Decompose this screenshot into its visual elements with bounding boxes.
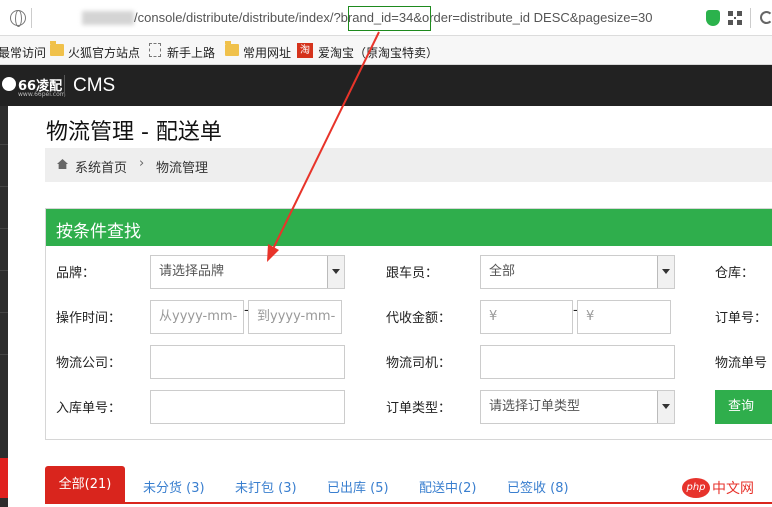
order-no-label: 订单号： <box>715 311 768 326</box>
bookmarks-bar: 最常访问 火狐官方站点 新手上路 常用网址 淘 爱淘宝（原淘宝特卖） <box>0 36 772 65</box>
sidebar-item[interactable] <box>0 312 8 313</box>
stockin-no-input[interactable] <box>150 390 345 424</box>
watermark-text: 中文网 <box>712 481 754 497</box>
cod-amount-label: 代收金额： <box>386 311 452 326</box>
caret-down-icon <box>662 404 670 409</box>
cod-amount-min-input[interactable]: ¥ <box>480 300 573 334</box>
tabs-underline <box>45 502 772 504</box>
bookmark-taobao[interactable]: 爱淘宝（原淘宝特卖） <box>318 44 438 61</box>
url-divider <box>750 8 751 28</box>
sidebar-item[interactable] <box>0 144 8 145</box>
caret-down-icon <box>332 269 340 274</box>
folder-icon <box>50 41 64 56</box>
logo-subtext: www.66pei.com <box>18 91 66 98</box>
search-panel-header: 按条件查找 <box>46 209 772 246</box>
bookmark-getting-started[interactable]: 新手上路 <box>167 44 215 61</box>
page-title: 物流管理 - 配送单 <box>46 120 222 145</box>
bookmark-firefox-site[interactable]: 火狐官方站点 <box>68 44 140 61</box>
sidebar-item[interactable] <box>0 270 8 271</box>
tab-shipped[interactable]: 已出库 (5) <box>327 477 389 496</box>
chevron-right-icon: › <box>139 156 145 171</box>
breadcrumb: 系统首页 › 物流管理 <box>45 148 772 182</box>
bookmark-most-visited[interactable]: 最常访问 <box>0 44 46 61</box>
breadcrumb-home[interactable]: 系统首页 <box>75 157 127 176</box>
url-brand-id-highlight <box>348 6 431 31</box>
follower-select-value: 全部 <box>489 264 516 279</box>
order-type-dropdown-button[interactable] <box>657 391 674 423</box>
sidebar <box>0 106 8 507</box>
globe-icon <box>10 10 26 27</box>
tab-signed[interactable]: 已签收 (8) <box>507 477 569 496</box>
redacted-domain <box>82 11 134 25</box>
search-panel-title: 按条件查找 <box>56 222 141 242</box>
refresh-icon[interactable] <box>760 11 772 24</box>
op-time-to-input[interactable]: 到yyyy-mm- <box>248 300 342 334</box>
op-time-label: 操作时间： <box>56 311 122 326</box>
logistics-no-label: 物流单号 <box>715 356 768 371</box>
sidebar-item[interactable] <box>0 186 8 187</box>
brand-dropdown-button[interactable] <box>327 256 344 288</box>
brand-label: 品牌： <box>56 266 96 281</box>
brand-select-value: 请选择品牌 <box>159 264 225 279</box>
header-divider <box>64 75 65 97</box>
follower-dropdown-button[interactable] <box>657 256 674 288</box>
browser-url-bar: /console/distribute/distribute/index/?br… <box>0 0 772 36</box>
page-icon <box>149 43 161 57</box>
tab-unallocated[interactable]: 未分货 (3) <box>143 477 205 496</box>
sidebar-item-active[interactable] <box>0 458 8 498</box>
tab-all[interactable]: 全部(21) <box>45 466 125 503</box>
order-type-select-value: 请选择订单类型 <box>489 399 581 414</box>
app-header: 66凌配 www.66pei.com CMS <box>0 65 772 106</box>
cod-amount-max-input[interactable]: ¥ <box>577 300 671 334</box>
sidebar-item[interactable] <box>0 354 8 355</box>
breadcrumb-current: 物流管理 <box>156 161 209 176</box>
taobao-icon: 淘 <box>297 43 313 58</box>
caret-down-icon <box>662 269 670 274</box>
php-logo-icon: php <box>682 478 710 498</box>
logo-icon <box>2 77 16 91</box>
url-divider <box>31 8 32 28</box>
search-button[interactable]: 查询 <box>715 390 772 424</box>
shield-icon[interactable] <box>706 10 720 26</box>
logistics-company-label: 物流公司： <box>56 356 122 371</box>
order-type-select[interactable]: 请选择订单类型 <box>480 390 675 424</box>
warehouse-label: 仓库： <box>715 266 755 281</box>
op-time-from-input[interactable]: 从yyyy-mm- <box>150 300 244 334</box>
bookmark-common-urls[interactable]: 常用网址 <box>243 44 291 61</box>
tab-delivering[interactable]: 配送中(2) <box>419 477 476 496</box>
logistics-driver-input[interactable] <box>480 345 675 379</box>
order-type-label: 订单类型： <box>386 401 452 416</box>
tab-unpacked[interactable]: 未打包 (3) <box>235 477 297 496</box>
follower-select[interactable]: 全部 <box>480 255 675 289</box>
qr-code-icon[interactable] <box>728 11 742 25</box>
brand-select[interactable]: 请选择品牌 <box>150 255 345 289</box>
follower-label: 跟车员： <box>386 266 439 281</box>
stockin-no-label: 入库单号： <box>56 401 122 416</box>
sidebar-item[interactable] <box>0 228 8 229</box>
logistics-driver-label: 物流司机： <box>386 356 452 371</box>
folder-icon <box>225 41 239 56</box>
logistics-company-input[interactable] <box>150 345 345 379</box>
app-name[interactable]: CMS <box>73 75 115 97</box>
home-icon <box>57 159 68 169</box>
